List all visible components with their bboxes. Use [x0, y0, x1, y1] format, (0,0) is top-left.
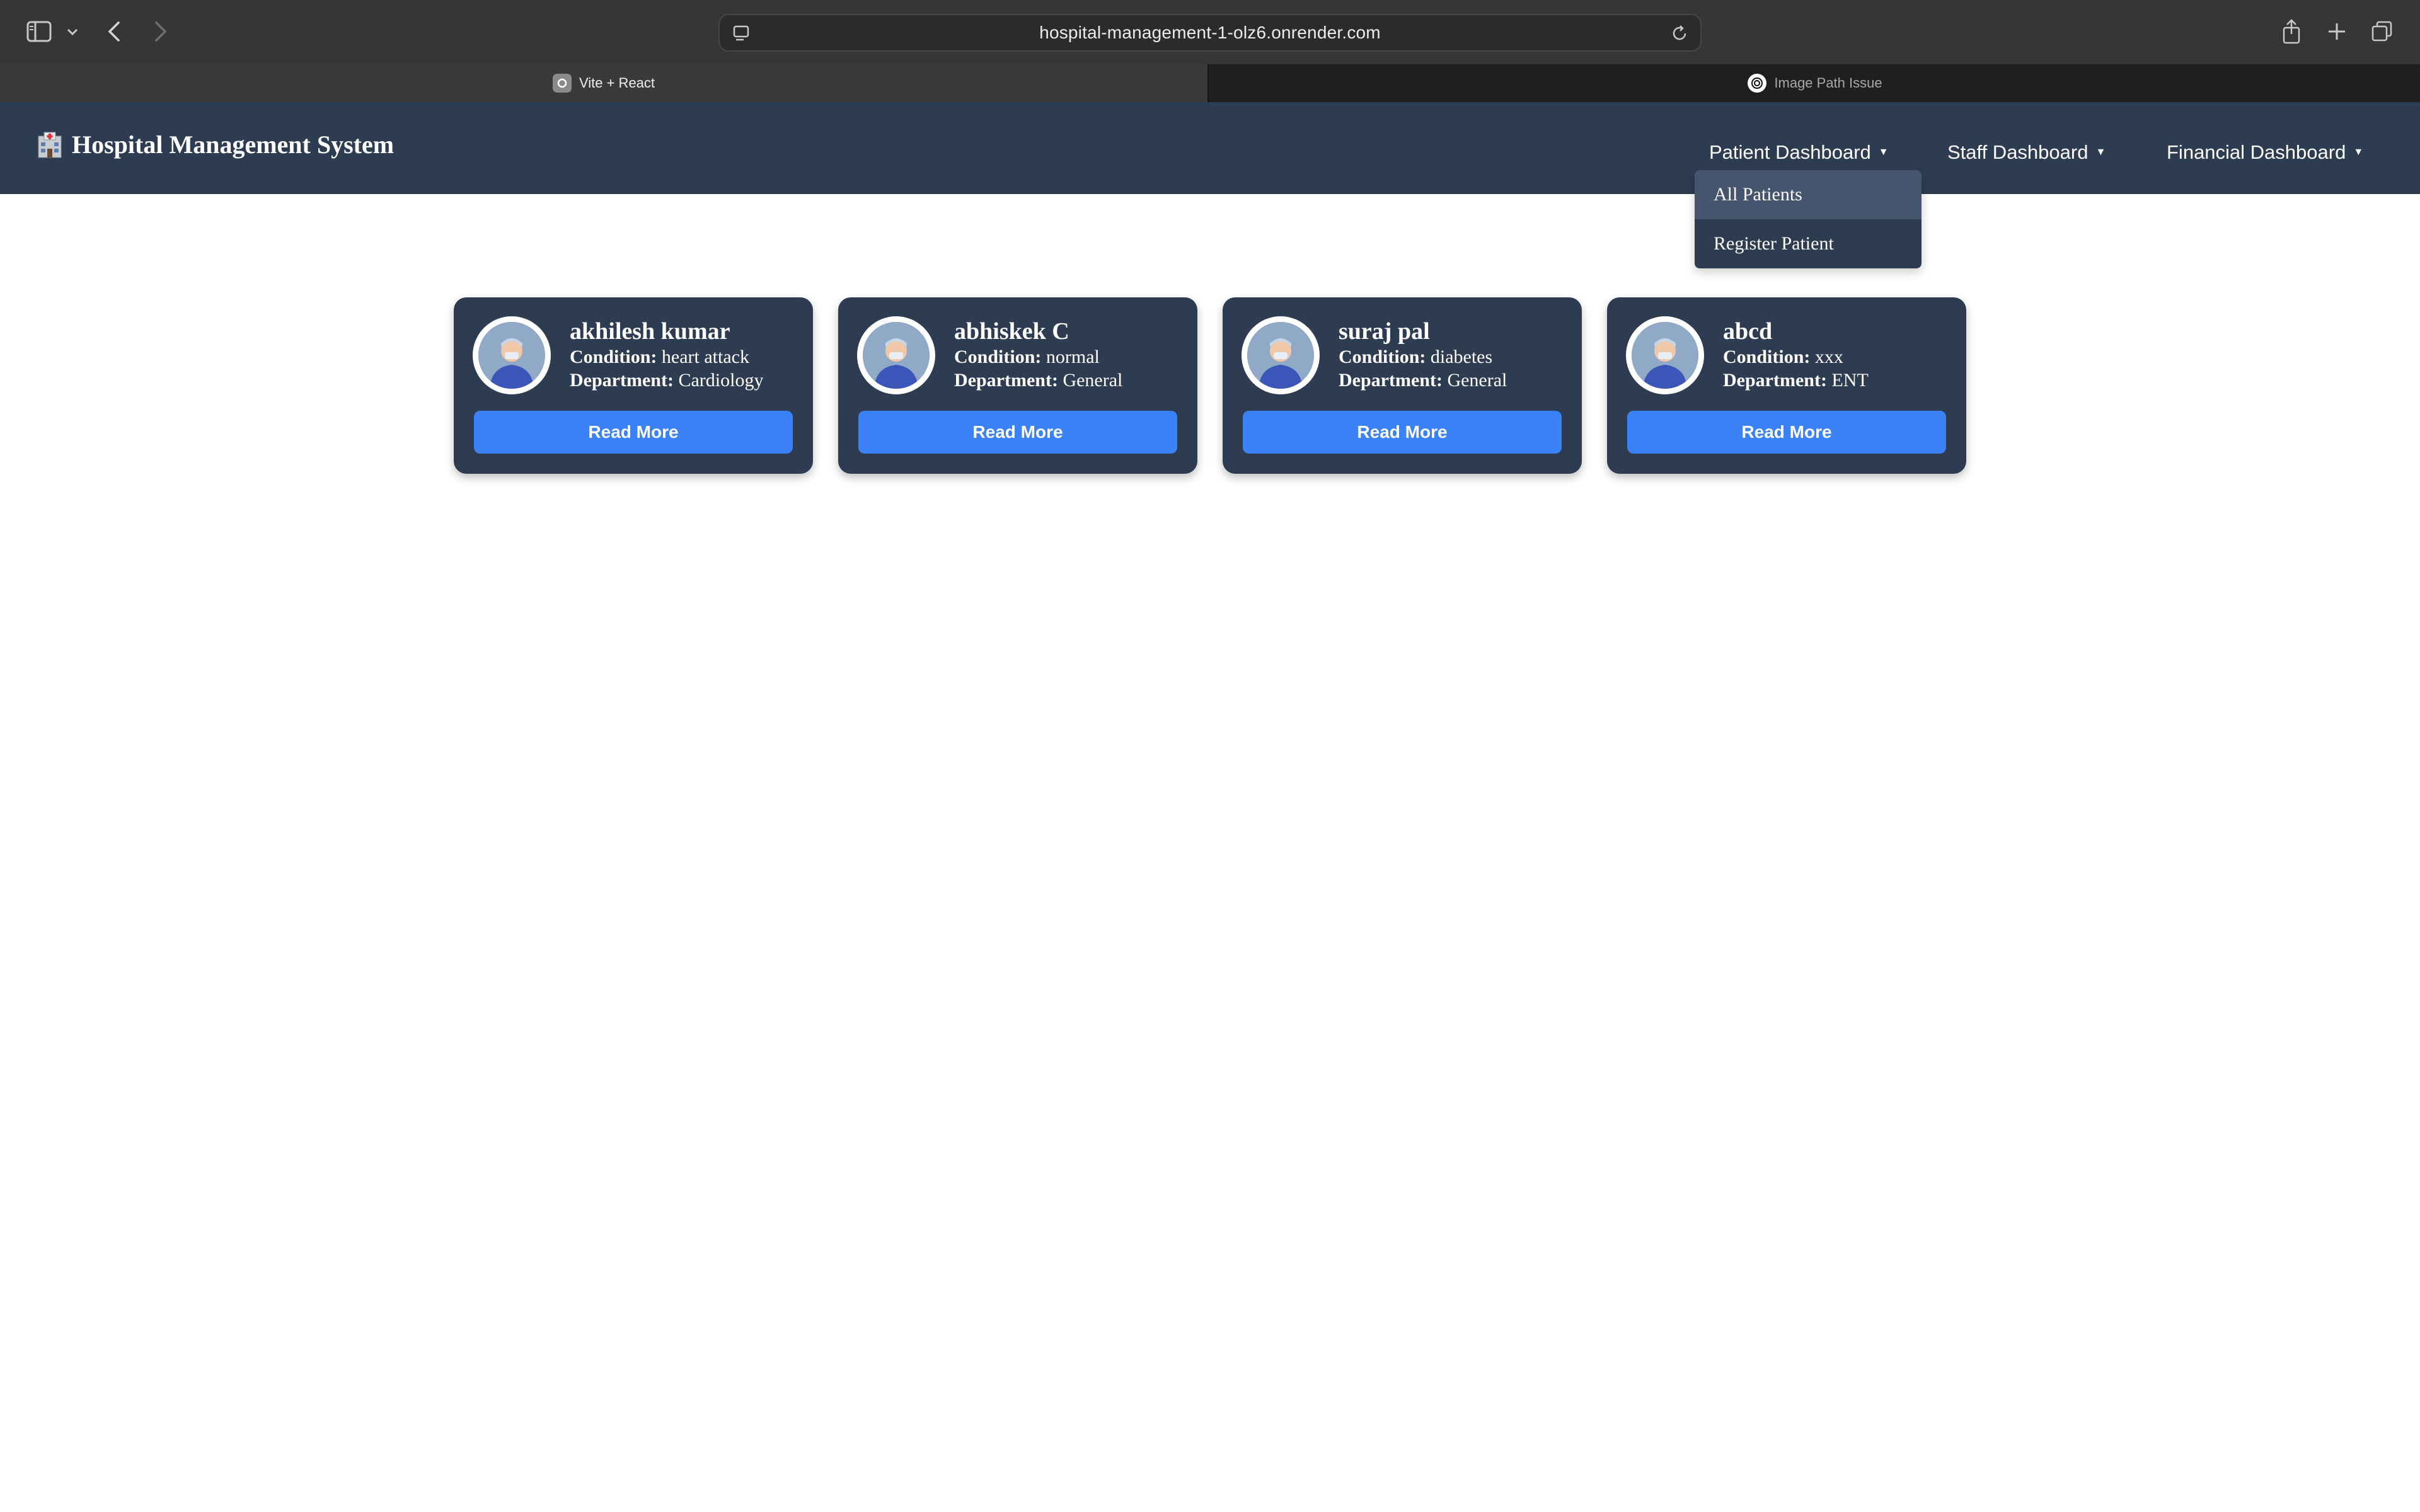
doctor-avatar-icon [1247, 322, 1314, 389]
nav-patient-dashboard[interactable]: Patient Dashboard ▼ [1709, 141, 1889, 164]
patient-name: abcd [1723, 318, 1773, 345]
department-label: Department: [1339, 370, 1443, 391]
tab-title: Image Path Issue [1774, 75, 1882, 91]
avatar [1626, 316, 1704, 394]
patient-name: abhiskek C [954, 318, 1069, 345]
menu-item-all-patients[interactable]: All Patients [1695, 170, 1922, 219]
condition-label: Condition: [1723, 346, 1811, 367]
reload-icon[interactable] [1670, 24, 1689, 46]
patient-info: akhilesh kumar Condition: heart attack D… [570, 318, 763, 392]
condition-value: heart attack [661, 346, 749, 367]
tab-strip: Vite + React Image Path Issue [0, 64, 2420, 102]
browser-toolbar: hospital-management-1-olz6.onrender.com [0, 0, 2420, 64]
patient-card: akhilesh kumar Condition: heart attack D… [454, 297, 813, 474]
patient-card: abhiskek C Condition: normal Department:… [838, 297, 1197, 474]
tab-vite-react[interactable]: Vite + React [0, 64, 1209, 102]
tab-overview-icon[interactable] [2370, 19, 2395, 44]
condition-line: Condition: diabetes [1339, 345, 1507, 369]
condition-value: xxx [1814, 346, 1843, 367]
department-label: Department: [570, 370, 674, 391]
back-icon[interactable] [103, 19, 125, 44]
app-header: Hospital Management System Patient Dashb… [0, 102, 2420, 194]
department-line: Department: General [954, 369, 1122, 392]
tab-title: Vite + React [579, 75, 655, 91]
hospital-emoji-icon [37, 131, 63, 159]
tab-image-path-issue[interactable]: Image Path Issue [1210, 64, 2420, 102]
doctor-avatar-icon [1632, 322, 1698, 389]
department-label: Department: [954, 370, 1058, 391]
vite-icon [552, 74, 572, 93]
app-title: Hospital Management System [72, 130, 395, 159]
patient-name: suraj pal [1339, 318, 1430, 345]
address-bar[interactable]: hospital-management-1-olz6.onrender.com [718, 14, 1702, 52]
nav-label: Patient Dashboard [1709, 141, 1871, 163]
patient-dashboard-dropdown: All Patients Register Patient [1695, 170, 1922, 268]
condition-value: normal [1046, 346, 1100, 367]
doctor-avatar-icon [863, 322, 930, 389]
patient-card: abcd Condition: xxx Department: ENT Read… [1607, 297, 1966, 474]
department-line: Department: ENT [1723, 369, 1869, 392]
url-text: hospital-management-1-olz6.onrender.com [1039, 23, 1381, 42]
caret-down-icon: ▼ [1878, 147, 1889, 158]
sidebar-toggle-icon[interactable] [25, 19, 53, 44]
patient-info: abhiskek C Condition: normal Department:… [954, 318, 1122, 392]
caret-down-icon: ▼ [2095, 147, 2106, 158]
share-icon[interactable] [2279, 18, 2304, 45]
caret-down-icon: ▼ [2353, 147, 2364, 158]
department-value: General [1447, 370, 1507, 391]
department-label: Department: [1723, 370, 1827, 391]
condition-label: Condition: [570, 346, 657, 367]
menu-item-register-patient[interactable]: Register Patient [1695, 219, 1922, 268]
read-more-button[interactable]: Read More [1243, 411, 1562, 454]
nav-staff-dashboard[interactable]: Staff Dashboard ▼ [1947, 141, 2106, 164]
condition-line: Condition: heart attack [570, 345, 763, 369]
condition-value: diabetes [1430, 346, 1493, 367]
patient-info: abcd Condition: xxx Department: ENT [1723, 318, 1869, 392]
patient-card-list: akhilesh kumar Condition: heart attack D… [454, 297, 1966, 474]
department-value: Cardiology [678, 370, 764, 391]
new-tab-icon[interactable] [2324, 19, 2349, 44]
nav-label: Financial Dashboard [2167, 141, 2346, 163]
condition-line: Condition: xxx [1723, 345, 1869, 369]
chevron-down-icon[interactable] [64, 24, 81, 40]
read-more-button[interactable]: Read More [1627, 411, 1946, 454]
patient-card: suraj pal Condition: diabetes Department… [1223, 297, 1582, 474]
brand[interactable]: Hospital Management System [37, 130, 394, 159]
avatar [857, 316, 935, 394]
condition-line: Condition: normal [954, 345, 1122, 369]
read-more-button[interactable]: Read More [858, 411, 1177, 454]
condition-label: Condition: [954, 346, 1042, 367]
department-value: ENT [1831, 370, 1869, 391]
patient-info: suraj pal Condition: diabetes Department… [1339, 318, 1507, 392]
condition-label: Condition: [1339, 346, 1426, 367]
department-line: Department: General [1339, 369, 1507, 392]
avatar [473, 316, 551, 394]
forward-icon[interactable] [150, 19, 171, 44]
department-line: Department: Cardiology [570, 369, 763, 392]
page-settings-icon[interactable] [732, 24, 751, 46]
doctor-avatar-icon [478, 322, 545, 389]
chatgpt-icon [1748, 74, 1767, 93]
read-more-button[interactable]: Read More [474, 411, 793, 454]
nav-label: Staff Dashboard [1947, 141, 2089, 163]
department-value: General [1063, 370, 1123, 391]
patient-name: akhilesh kumar [570, 318, 730, 345]
avatar [1242, 316, 1320, 394]
nav-financial-dashboard[interactable]: Financial Dashboard ▼ [2167, 141, 2363, 164]
